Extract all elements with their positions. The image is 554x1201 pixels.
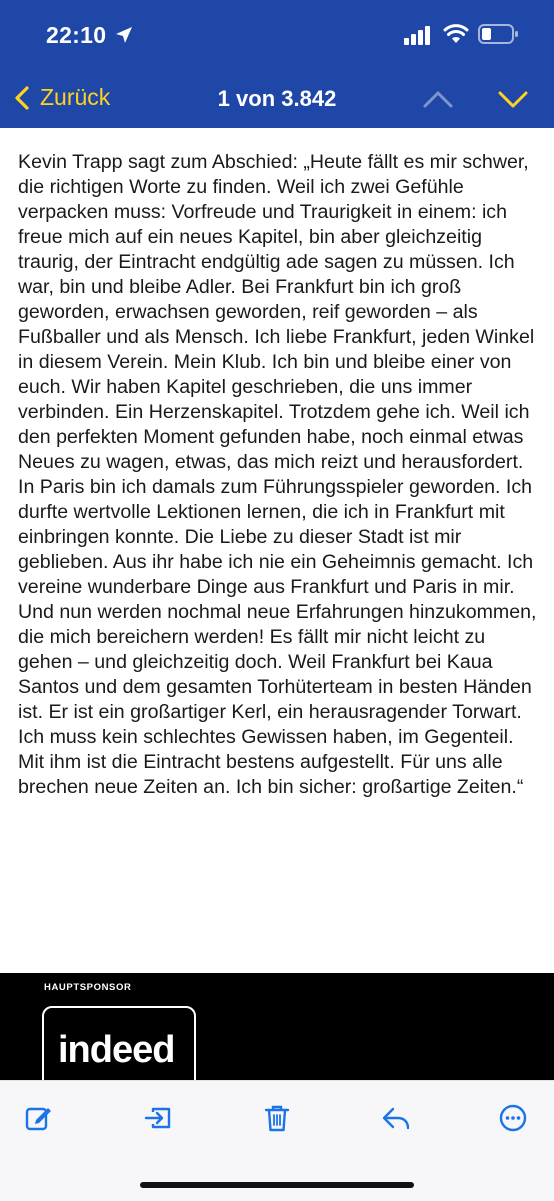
status-bar: 22:10	[0, 0, 554, 70]
navigation-bar: Zurück 1 von 3.842	[0, 70, 554, 128]
next-message-chevron-down-icon[interactable]	[496, 84, 530, 114]
battery-icon	[478, 24, 518, 44]
reply-icon[interactable]	[381, 1103, 411, 1133]
compose-icon[interactable]	[24, 1103, 54, 1133]
previous-message-chevron-up-icon[interactable]	[421, 84, 455, 114]
indeed-logo: indeed	[58, 1029, 175, 1071]
location-arrow-icon	[116, 27, 132, 43]
cellular-signal-icon	[404, 26, 430, 45]
mail-header: 22:10 Zurück 1 von 3.842	[0, 0, 554, 128]
home-indicator[interactable]	[140, 1182, 414, 1188]
wifi-icon	[443, 24, 469, 43]
email-body-text: Kevin Trapp sagt zum Abschied: „Heute fä…	[18, 151, 537, 798]
sponsor-banner[interactable]: HAUPTSPONSOR indeed	[0, 973, 554, 1080]
message-counter: 1 von 3.842	[217, 86, 337, 111]
status-time: 22:10	[46, 22, 107, 48]
sponsor-label: HAUPTSPONSOR	[44, 982, 132, 993]
more-icon[interactable]	[498, 1103, 528, 1133]
trash-icon[interactable]	[262, 1103, 292, 1133]
move-to-folder-icon[interactable]	[143, 1103, 173, 1133]
